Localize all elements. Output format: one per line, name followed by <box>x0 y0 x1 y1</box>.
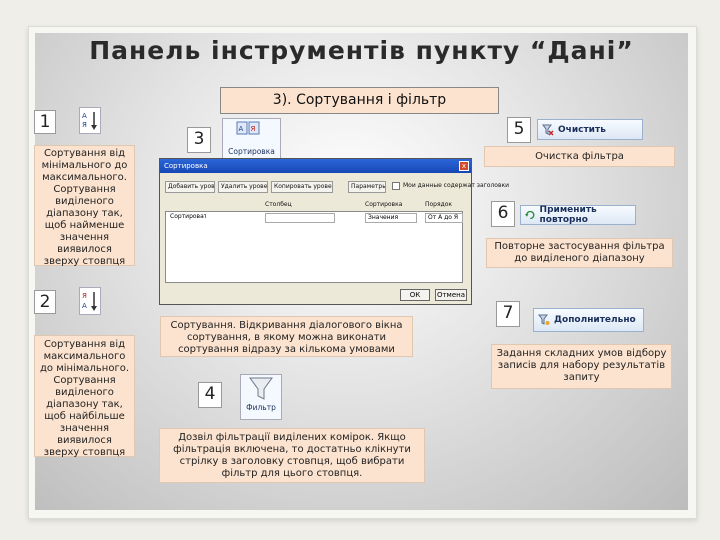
clear-filter-label: Очистить <box>558 124 606 135</box>
ok-button[interactable]: ОК <box>400 289 430 301</box>
reapply-icon <box>525 210 535 220</box>
column-header-order: Порядок <box>425 201 453 208</box>
cancel-button[interactable]: Отмена <box>435 289 467 301</box>
order-select[interactable]: От А до Я <box>425 213 463 223</box>
svg-text:А: А <box>239 125 244 133</box>
sort-ascending-description: Сортування від мінімального до максималь… <box>34 145 135 267</box>
copy-level-button[interactable]: Копировать уровень <box>271 181 333 193</box>
svg-text:Я: Я <box>82 121 87 129</box>
options-button[interactable]: Параметры... <box>348 181 386 193</box>
sort-dialog-title: Сортировка <box>160 159 471 173</box>
sort-dialog-label: Сортировка <box>228 147 275 156</box>
sort-ascending-button[interactable]: А Я <box>79 107 101 134</box>
close-icon[interactable]: x <box>459 161 469 171</box>
clear-filter-description: Очистка фільтра <box>484 146 675 167</box>
filter-label: Фильтр <box>246 403 276 412</box>
reapply-filter-button[interactable]: Применить повторно <box>520 205 636 225</box>
reapply-filter-description: Повторне застосування фільтра до виділен… <box>486 238 673 268</box>
delete-level-button[interactable]: Удалить уровень <box>218 181 268 193</box>
number-badge-4: 4 <box>198 382 222 408</box>
sort-descending-description: Сортування від максимального до мінімаль… <box>34 335 135 458</box>
number-badge-3: 3 <box>187 127 211 153</box>
sort-by-label: Сортировать по <box>170 213 206 220</box>
sort-dialog-description: Сортування. Відкривання діалогового вікн… <box>160 316 413 357</box>
column-header-column: Столбец <box>265 201 292 208</box>
advanced-filter-button[interactable]: Дополнительно <box>533 308 644 332</box>
column-header-sort-on: Сортировка <box>365 201 403 208</box>
add-level-button[interactable]: Добавить уровень <box>165 181 215 193</box>
page-title: Панель інструментів пункту “Дані” <box>89 36 634 65</box>
number-badge-7: 7 <box>496 301 520 327</box>
sort-ascending-icon: А Я <box>82 112 97 130</box>
svg-text:Я: Я <box>251 125 256 133</box>
headers-checkbox[interactable] <box>392 182 400 190</box>
sort-descending-button[interactable]: Я А <box>79 287 101 315</box>
number-badge-6: 6 <box>491 201 515 227</box>
sort-dialog-icon: А Я <box>236 121 260 135</box>
section-subtitle: 3). Сортування і фільтр <box>220 87 499 114</box>
number-badge-5: 5 <box>507 117 531 143</box>
filter-button[interactable]: Фильтр <box>240 374 282 420</box>
column-select[interactable] <box>265 213 335 223</box>
filter-description: Дозвіл фільтрації виділених комірок. Якщ… <box>159 428 425 483</box>
svg-text:Я: Я <box>82 292 87 300</box>
reapply-filter-label: Применить повторно <box>539 205 597 225</box>
number-badge-1: 1 <box>34 110 56 134</box>
headers-checkbox-label: Мои данные содержат заголовки <box>403 182 510 189</box>
advanced-filter-description: Задання складних умов відбору записів дл… <box>491 344 672 389</box>
number-badge-2: 2 <box>34 290 56 314</box>
clear-filter-icon <box>542 124 554 136</box>
svg-text:А: А <box>82 302 87 310</box>
funnel-icon <box>249 377 273 400</box>
sort-dialog-button[interactable]: А Я Сортировка <box>222 118 281 163</box>
sort-descending-icon: Я А <box>82 292 97 311</box>
sort-on-select[interactable]: Значения <box>365 213 417 223</box>
sort-dialog-window: Сортировка x Добавить уровень Удалить ур… <box>159 158 509 305</box>
advanced-filter-label: Дополнительно <box>554 315 636 325</box>
svg-text:А: А <box>82 112 87 120</box>
advanced-filter-icon <box>538 314 550 325</box>
clear-filter-button[interactable]: Очистить <box>537 119 643 140</box>
